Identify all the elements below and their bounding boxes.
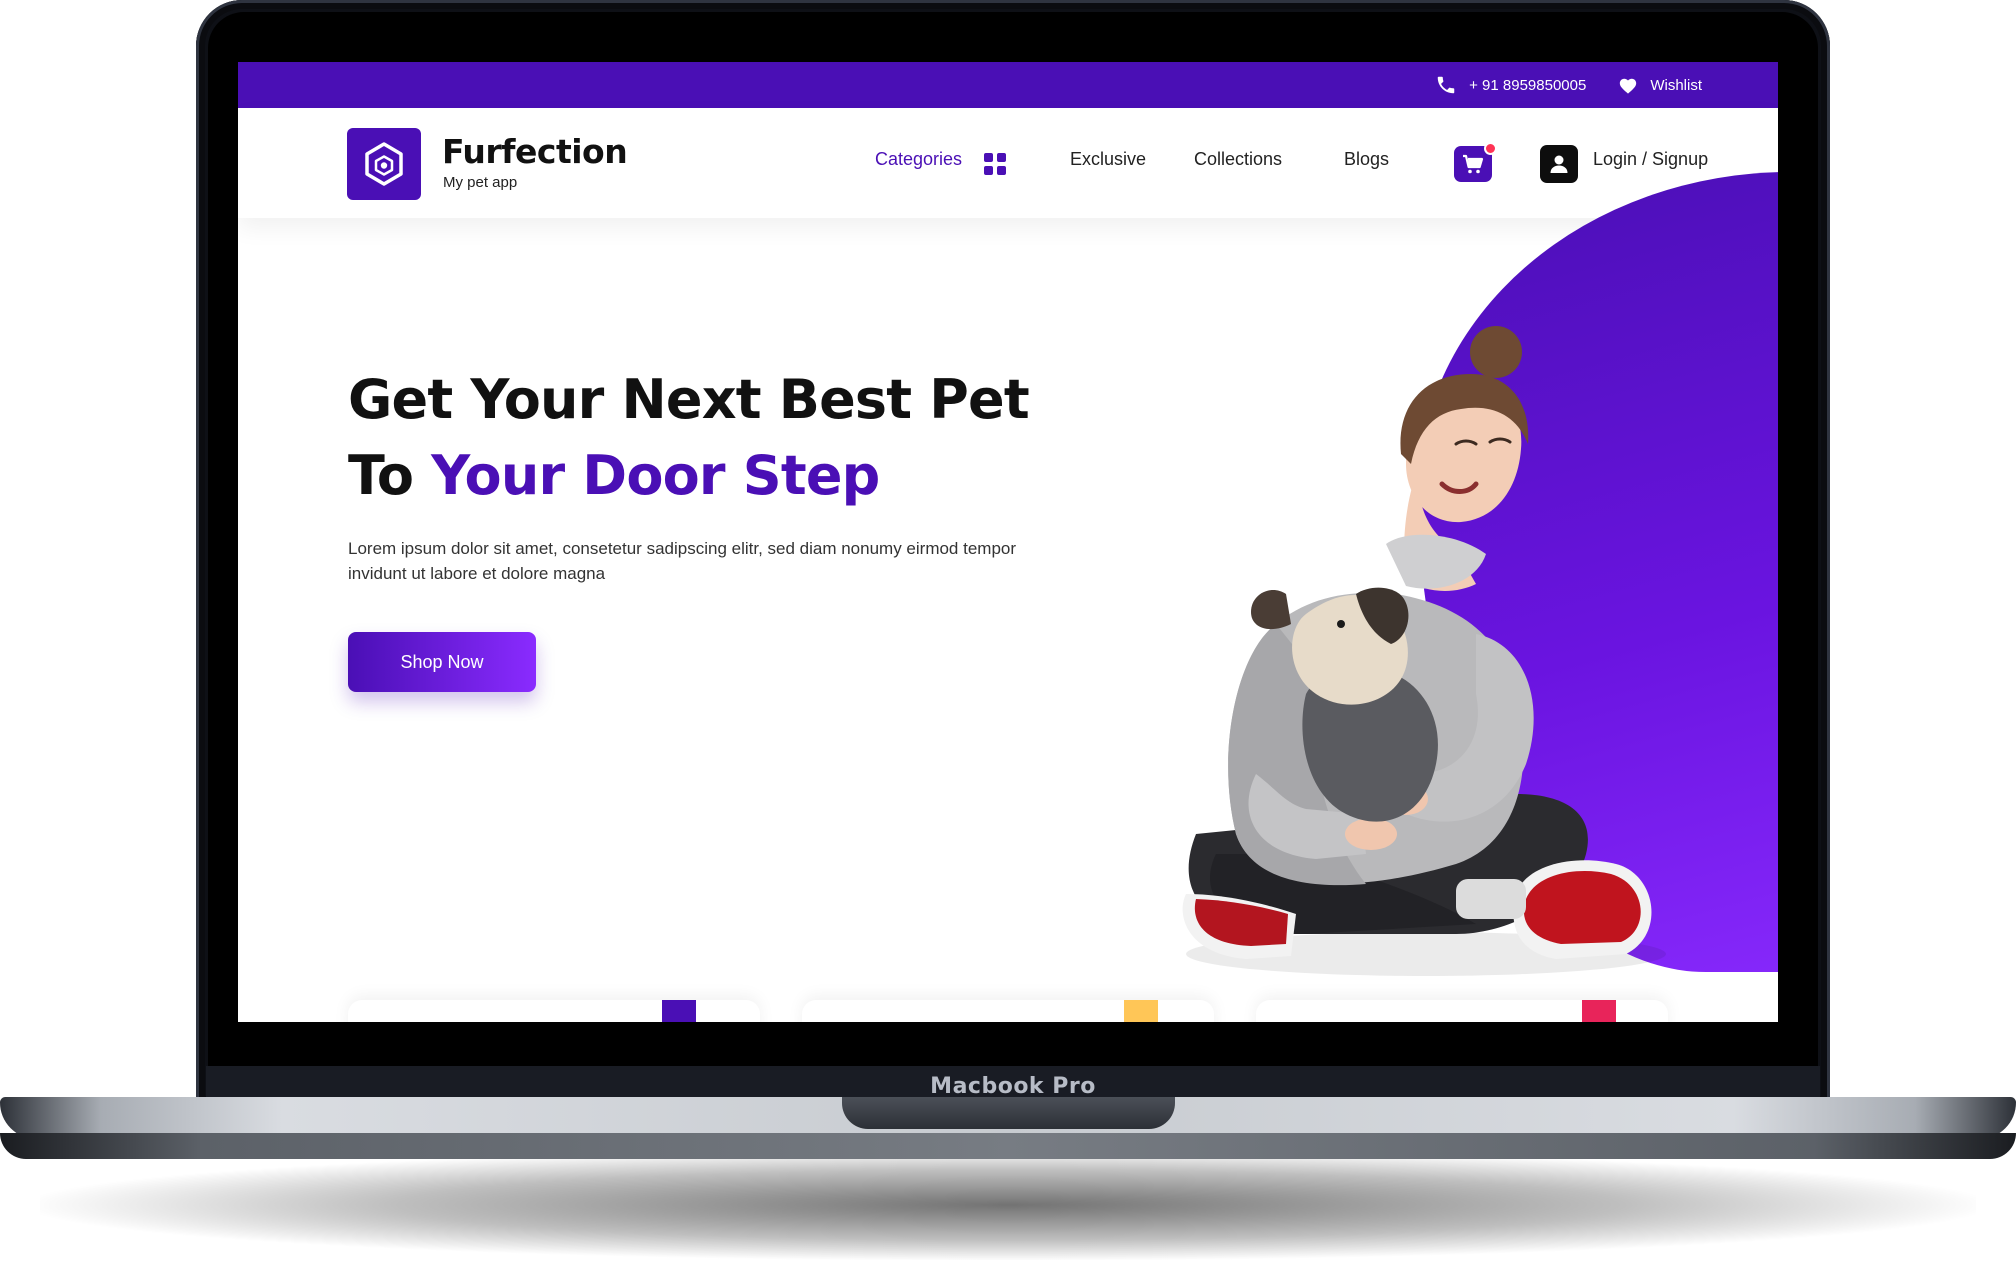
wishlist-link[interactable]: Wishlist: [1618, 76, 1702, 94]
heart-icon: [1618, 76, 1638, 94]
device-label: Macbook Pro: [930, 1073, 1096, 1099]
hero-description: Lorem ipsum dolor sit amet, consetetur s…: [348, 539, 1017, 583]
nav-exclusive[interactable]: Exclusive: [1070, 149, 1146, 170]
logo-icon[interactable]: [347, 128, 421, 200]
hero-title-accent: Your Door Step: [431, 444, 880, 507]
category-card[interactable]: [1256, 1000, 1668, 1022]
top-utility-bar: + 91 8959850005 Wishlist: [238, 62, 1778, 108]
cart-badge: [1484, 142, 1497, 155]
brand-name[interactable]: Furfection: [442, 132, 628, 171]
phone-number: + 91 8959850005: [1469, 76, 1587, 94]
category-card[interactable]: [348, 1000, 760, 1022]
wishlist-label: Wishlist: [1650, 76, 1702, 94]
main-navbar: Furfection My pet app Categories Exclusi…: [238, 108, 1778, 218]
hero-woman-with-dog-image: [1182, 326, 1666, 976]
card-accent-tab: [662, 1000, 696, 1022]
category-card[interactable]: [802, 1000, 1214, 1022]
phone-icon: [1435, 74, 1457, 96]
nav-blogs[interactable]: Blogs: [1344, 149, 1389, 170]
card-accent-tab: [1124, 1000, 1158, 1022]
grid-icon[interactable]: [984, 153, 1006, 175]
card-accent-tab: [1582, 1000, 1616, 1022]
user-icon[interactable]: [1540, 145, 1578, 183]
device-shadow: [40, 1150, 1976, 1260]
browser-screen: + 91 8959850005 Wishlist Furfection My p…: [238, 62, 1778, 1022]
nav-categories[interactable]: Categories: [875, 149, 962, 170]
nav-collections[interactable]: Collections: [1194, 149, 1282, 170]
laptop-base-lip: [0, 1133, 2016, 1159]
hero-title-line1: Get Your Next Best Pet: [348, 368, 1030, 431]
phone-contact[interactable]: + 91 8959850005: [1435, 74, 1586, 96]
login-signup-link[interactable]: Login / Signup: [1593, 149, 1708, 170]
brand-tagline: My pet app: [443, 174, 518, 191]
shop-now-button[interactable]: Shop Now: [348, 632, 536, 692]
hero-title-prefix: To: [348, 444, 414, 507]
cart-icon: [1463, 154, 1484, 174]
hero-title: Get Your Next Best Pet To Your Door Step: [348, 362, 1030, 514]
laptop-opening-notch: [842, 1097, 1175, 1129]
